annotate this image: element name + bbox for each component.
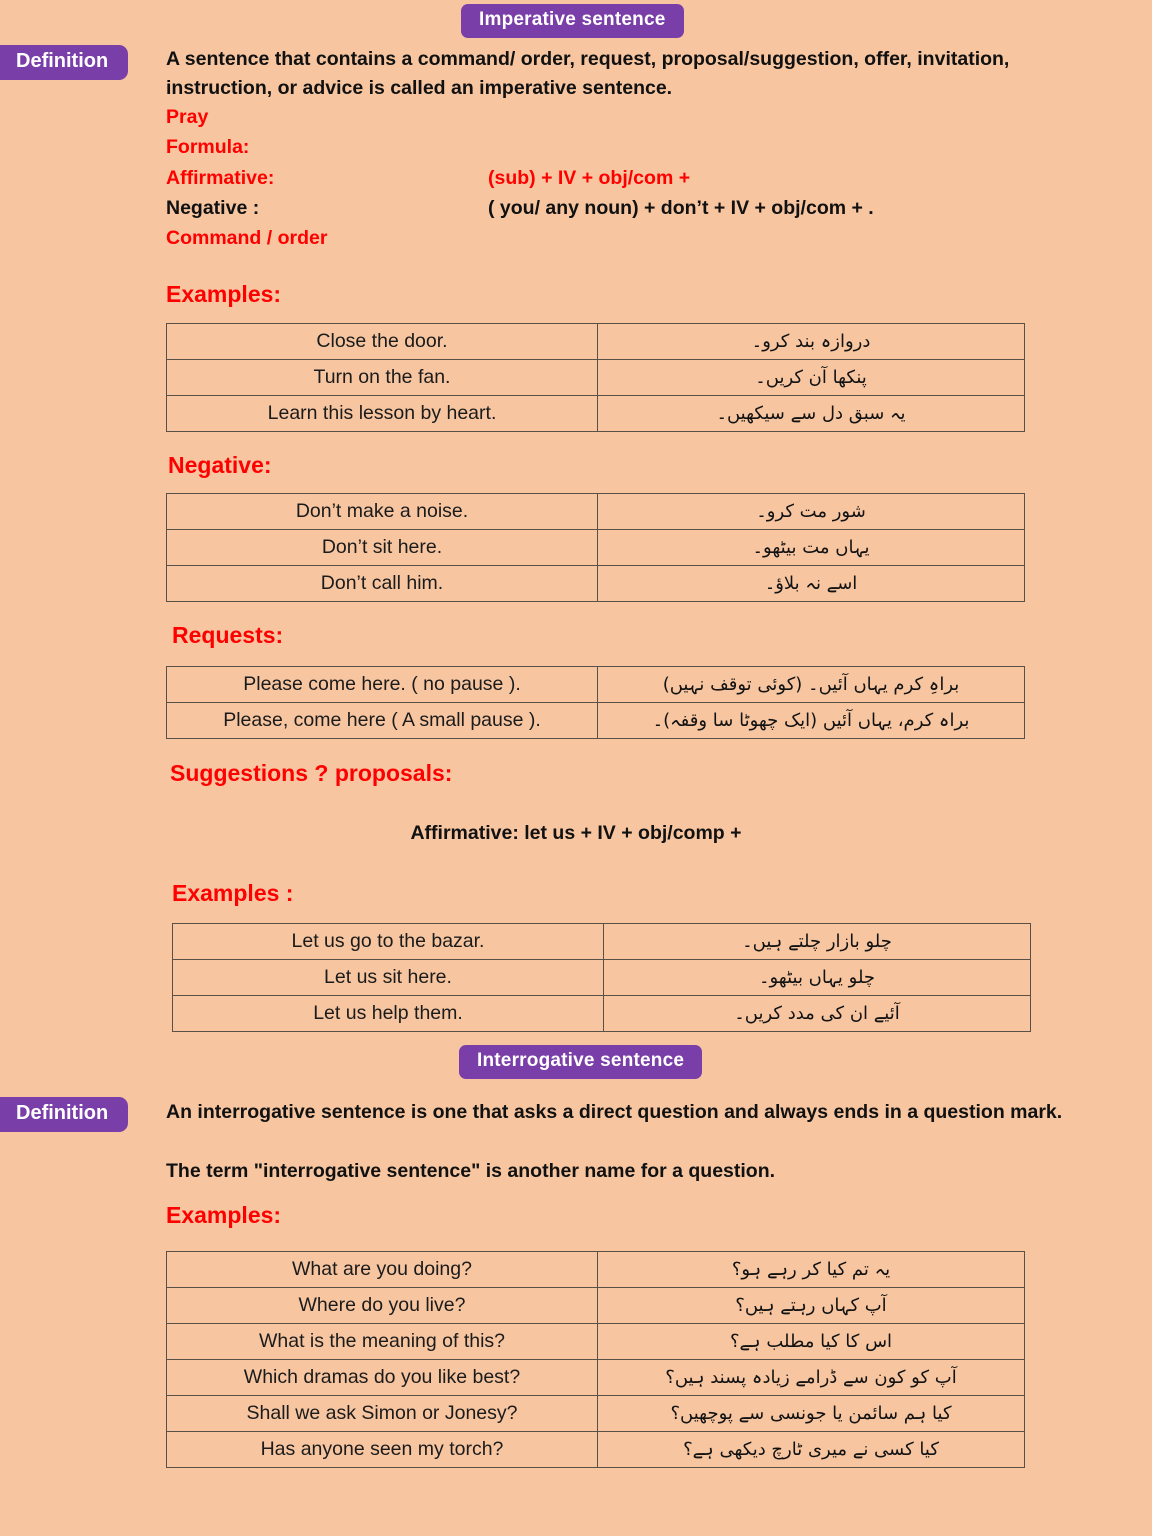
table-row: Shall we ask Simon or Jonesy? کیا ہم سائ… — [166, 1395, 1025, 1432]
example-urdu: اسے نہ بلاؤ۔ — [597, 565, 1025, 602]
imperative-command-order-label: Command / order — [166, 227, 328, 249]
example-urdu: آئیے ان کی مدد کریں۔ — [603, 995, 1031, 1032]
section-title-interrogative: Interrogative sentence — [459, 1045, 703, 1079]
imperative-examples-heading: Examples: — [166, 281, 282, 307]
interrogative-definition-text-2: The term "interrogative sentence" is ano… — [166, 1160, 776, 1182]
negative-value: ( you/ any noun) + don’t + IV + obj/com … — [488, 197, 874, 219]
table-row: Let us go to the bazar. چلو بازار چلتے ہ… — [172, 923, 1031, 960]
imperative-formula-affirmative: Affirmative: (sub) + IV + obj/com + — [166, 164, 966, 190]
interrogative-examples-table: What are you doing? یہ تم کیا کر رہے ہو؟… — [166, 1251, 1025, 1468]
imperative-requests-heading: Requests: — [172, 622, 284, 648]
example-urdu: چلو بازار چلتے ہیں۔ — [603, 923, 1031, 960]
table-row: Learn this lesson by heart. یہ سبق دل سے… — [166, 395, 1025, 432]
interrogative-definition-text-1: An interrogative sentence is one that as… — [166, 1101, 1063, 1123]
table-row: Let us sit here. چلو یہاں بیٹھو۔ — [172, 959, 1031, 996]
example-english: Shall we ask Simon or Jonesy? — [166, 1395, 598, 1432]
example-urdu: براہ کرم، یہاں آئیں (ایک چھوٹا سا وقفہ)۔ — [597, 702, 1025, 739]
imperative-negative-table: Don’t make a noise. شور مت کرو۔ Don’t si… — [166, 493, 1025, 602]
table-row: What is the meaning of this? اس کا کیا م… — [166, 1323, 1025, 1360]
suggestions-examples-heading: Examples : — [172, 880, 294, 906]
imperative-formula-label: Formula: — [166, 136, 250, 158]
example-english: Let us help them. — [172, 995, 604, 1032]
example-english: Close the door. — [166, 323, 598, 360]
imperative-examples-table: Close the door. دروازہ بند کرو۔ Turn on … — [166, 323, 1025, 432]
interrogative-examples-heading: Examples: — [166, 1202, 282, 1228]
example-english: Which dramas do you like best? — [166, 1359, 598, 1396]
imperative-pray-label: Pray — [166, 106, 209, 128]
example-english: Turn on the fan. — [166, 359, 598, 396]
table-row: What are you doing? یہ تم کیا کر رہے ہو؟ — [166, 1251, 1025, 1288]
suggestions-formula: Affirmative: let us + IV + obj/comp + — [410, 822, 742, 844]
worksheet-page: Imperative sentence Definition A sentenc… — [0, 0, 1152, 1536]
example-urdu: یہ تم کیا کر رہے ہو؟ — [597, 1251, 1025, 1288]
example-english: What is the meaning of this? — [166, 1323, 598, 1360]
example-english: Please, come here ( A small pause ). — [166, 702, 598, 739]
example-english: Has anyone seen my torch? — [166, 1431, 598, 1468]
affirmative-label: Affirmative: — [166, 167, 275, 189]
example-urdu: آپ کہاں رہتے ہیں؟ — [597, 1287, 1025, 1324]
table-row: Don’t make a noise. شور مت کرو۔ — [166, 493, 1025, 530]
imperative-definition-text: A sentence that contains a command/ orde… — [166, 48, 1010, 99]
table-row: Where do you live? آپ کہاں رہتے ہیں؟ — [166, 1287, 1025, 1324]
example-urdu: دروازہ بند کرو۔ — [597, 323, 1025, 360]
affirmative-value: (sub) + IV + obj/com + — [488, 167, 691, 189]
imperative-negative-heading: Negative: — [168, 452, 272, 478]
example-urdu: کیا ہم سائمن یا جونسی سے پوچھیں؟ — [597, 1395, 1025, 1432]
table-row: Please come here. ( no pause ). براہِ کر… — [166, 666, 1025, 703]
example-english: Please come here. ( no pause ). — [166, 666, 598, 703]
definition-badge-interrogative: Definition — [0, 1097, 129, 1132]
example-urdu: شور مت کرو۔ — [597, 493, 1025, 530]
example-english: Let us sit here. — [172, 959, 604, 996]
example-urdu: چلو یہاں بیٹھو۔ — [603, 959, 1031, 996]
example-english: Don’t call him. — [166, 565, 598, 602]
table-row: Don’t call him. اسے نہ بلاؤ۔ — [166, 565, 1025, 602]
table-row: Which dramas do you like best? آپ کو کون… — [166, 1359, 1025, 1396]
table-row: Don’t sit here. یہاں مت بیٹھو۔ — [166, 529, 1025, 566]
negative-label: Negative : — [166, 197, 260, 219]
example-urdu: یہ سبق دل سے سیکھیں۔ — [597, 395, 1025, 432]
table-row: Turn on the fan. پنکھا آن کریں۔ — [166, 359, 1025, 396]
example-urdu: اس کا کیا مطلب ہے؟ — [597, 1323, 1025, 1360]
imperative-formula-negative: Negative : ( you/ any noun) + don’t + IV… — [166, 194, 966, 220]
table-row: Has anyone seen my torch? کیا کسی نے میر… — [166, 1431, 1025, 1468]
example-english: Learn this lesson by heart. — [166, 395, 598, 432]
example-urdu: براہِ کرم یہاں آئیں۔ (کوئی توقف نہیں) — [597, 666, 1025, 703]
example-urdu: آپ کو کون سے ڈرامے زیادہ پسند ہیں؟ — [597, 1359, 1025, 1396]
imperative-requests-table: Please come here. ( no pause ). براہِ کر… — [166, 666, 1025, 739]
section-title-imperative: Imperative sentence — [461, 4, 684, 38]
example-urdu: یہاں مت بیٹھو۔ — [597, 529, 1025, 566]
table-row: Close the door. دروازہ بند کرو۔ — [166, 323, 1025, 360]
example-english: Where do you live? — [166, 1287, 598, 1324]
definition-badge-imperative: Definition — [0, 45, 129, 80]
example-urdu: کیا کسی نے میری ٹارچ دیکھی ہے؟ — [597, 1431, 1025, 1468]
example-english: Don’t make a noise. — [166, 493, 598, 530]
example-english: What are you doing? — [166, 1251, 598, 1288]
imperative-suggestions-heading: Suggestions ? proposals: — [170, 760, 453, 786]
suggestions-examples-table: Let us go to the bazar. چلو بازار چلتے ہ… — [172, 923, 1031, 1032]
example-urdu: پنکھا آن کریں۔ — [597, 359, 1025, 396]
table-row: Please, come here ( A small pause ). برا… — [166, 702, 1025, 739]
table-row: Let us help them. آئیے ان کی مدد کریں۔ — [172, 995, 1031, 1032]
example-english: Don’t sit here. — [166, 529, 598, 566]
example-english: Let us go to the bazar. — [172, 923, 604, 960]
